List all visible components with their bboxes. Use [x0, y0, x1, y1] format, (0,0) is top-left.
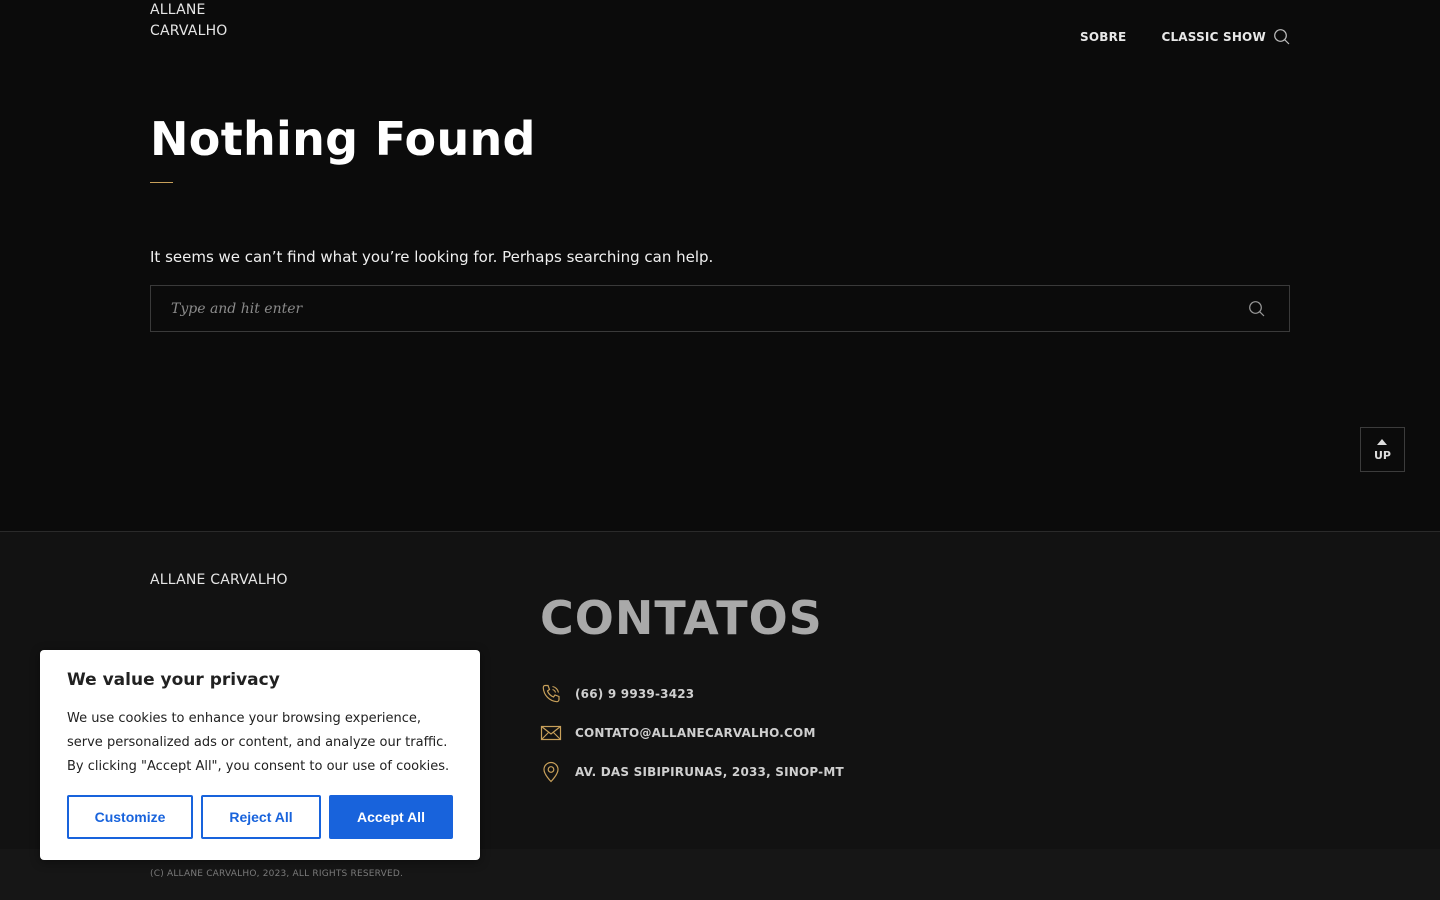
nav-item-sobre[interactable]: SOBRE: [1080, 29, 1126, 45]
main-nav: SOBRE CLASSIC SHOW: [1080, 29, 1301, 45]
search-form: [150, 285, 1290, 332]
footer-brand: ALLANE CARVALHO: [150, 572, 288, 588]
contact-email-text: CONTATO@ALLANECARVALHO.COM: [575, 726, 816, 740]
mail-icon: [540, 725, 562, 741]
contact-phone[interactable]: (66) 9 9939-3423: [540, 683, 694, 705]
scroll-to-top-label: UP: [1374, 449, 1391, 462]
site-logo[interactable]: ALLANE CARVALHO: [150, 0, 270, 42]
contacts-title: CONTATOS: [540, 591, 823, 645]
search-input[interactable]: [151, 286, 1211, 331]
site-header: ALLANE CARVALHO SOBRE CLASSIC SHOW: [0, 0, 1440, 80]
reject-all-button[interactable]: Reject All: [201, 795, 321, 839]
cookie-banner-text: We use cookies to enhance your browsing …: [67, 711, 450, 774]
search-icon[interactable]: [1248, 300, 1266, 318]
accept-all-button[interactable]: Accept All: [329, 795, 453, 839]
title-underline: [150, 182, 173, 183]
location-pin-icon: [543, 761, 559, 783]
contact-address-text: AV. DAS SIBIPIRUNAS, 2033, SINOP-MT: [575, 765, 844, 779]
nav-item-classic-show[interactable]: CLASSIC SHOW: [1161, 29, 1265, 45]
copyright-text: (C) ALLANE CARVALHO, 2023, ALL RIGHTS RE…: [150, 869, 404, 879]
cookie-banner-title: We value your privacy: [67, 670, 280, 690]
phone-icon: [542, 684, 560, 703]
not-found-message: It seems we can’t find what you’re looki…: [150, 248, 714, 266]
contact-address[interactable]: AV. DAS SIBIPIRUNAS, 2033, SINOP-MT: [540, 761, 844, 783]
arrow-up-icon: [1377, 439, 1387, 445]
cookie-consent-banner: We value your privacy We use cookies to …: [40, 650, 480, 860]
customize-button[interactable]: Customize: [67, 795, 193, 839]
page-title: Nothing Found: [150, 112, 536, 166]
contact-email[interactable]: CONTATO@ALLANECARVALHO.COM: [540, 722, 816, 744]
contact-phone-text: (66) 9 9939-3423: [575, 687, 695, 701]
scroll-to-top-button[interactable]: UP: [1360, 427, 1405, 472]
search-icon[interactable]: [1273, 28, 1291, 46]
